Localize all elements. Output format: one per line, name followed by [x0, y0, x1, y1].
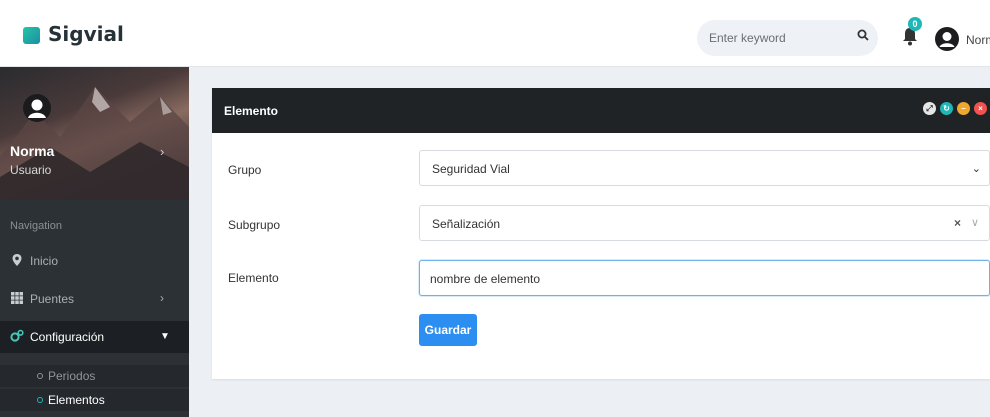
avatar[interactable] [935, 27, 959, 51]
profile-name[interactable]: Norma [10, 143, 54, 159]
mountain-background-image [0, 87, 189, 200]
subgrupo-label: Subgrupo [228, 218, 281, 232]
sidebar-subitem-periodos[interactable]: Periodos [0, 365, 189, 387]
refresh-icon[interactable]: ↻ [940, 102, 953, 115]
card-title: Elemento [224, 104, 279, 118]
grid-icon [11, 292, 23, 304]
profile-panel: Norma Usuario › [0, 67, 189, 200]
chevron-down-icon: ▼ [160, 331, 170, 342]
sidebar: Norma Usuario › Navigation Inicio Puente… [0, 67, 189, 417]
chevron-right-icon[interactable]: › [160, 144, 164, 159]
subgrupo-selected-value: Señalización [432, 217, 501, 231]
profile-avatar[interactable] [23, 94, 51, 122]
sidebar-item-label: Puentes [30, 292, 75, 306]
sidebar-item-label: Configuración [30, 330, 105, 344]
clear-icon[interactable]: × [954, 216, 961, 230]
subgrupo-select[interactable]: Señalización × ∨ [419, 205, 990, 241]
top-header: Sigvial 0 Norma [0, 0, 990, 67]
search-icon[interactable] [857, 29, 869, 41]
sidebar-subitem-label: Periodos [48, 369, 96, 383]
minimize-icon[interactable]: – [957, 102, 970, 115]
bullet-icon [37, 373, 43, 379]
grupo-selected-value: Seguridad Vial [432, 162, 510, 176]
sidebar-item-configuracion[interactable]: Configuración ▼ [0, 321, 189, 353]
elemento-field[interactable] [419, 260, 990, 296]
expand-icon[interactable]: ⤢ [923, 102, 936, 115]
chevron-down-icon: ⌄ [971, 163, 981, 175]
save-button[interactable]: Guardar [419, 314, 477, 346]
form-card: Elemento ⤢ ↻ – × Grupo Seguridad Vial ⌄ … [212, 88, 990, 379]
nav-section-title: Navigation [10, 220, 62, 232]
sidebar-item-label: Inicio [30, 254, 59, 268]
profile-role: Usuario [10, 163, 52, 177]
grupo-label: Grupo [228, 163, 262, 177]
grupo-select[interactable]: Seguridad Vial ⌄ [419, 150, 990, 186]
card-header: Elemento ⤢ ↻ – × [212, 88, 990, 133]
notification-badge: 0 [908, 17, 922, 31]
logo-icon [23, 27, 40, 44]
elemento-label: Elemento [228, 271, 279, 285]
map-marker-icon [12, 254, 22, 266]
chevron-right-icon: › [160, 291, 164, 305]
search-box [697, 20, 878, 56]
sidebar-item-inicio[interactable]: Inicio [0, 245, 189, 277]
sidebar-subitem-label: Elementos [48, 393, 105, 407]
close-icon[interactable]: × [974, 102, 987, 115]
sidebar-subitem-elementos[interactable]: Elementos [0, 389, 189, 411]
search-input[interactable] [709, 28, 849, 48]
gears-icon [10, 329, 24, 342]
sidebar-item-puentes[interactable]: Puentes › [0, 283, 189, 315]
chevron-down-icon[interactable]: ∨ [971, 216, 979, 229]
brand-name[interactable]: Sigvial [48, 22, 124, 46]
elemento-input[interactable] [430, 270, 970, 288]
header-user-name[interactable]: Norma [966, 33, 990, 47]
bullet-icon [37, 397, 43, 403]
